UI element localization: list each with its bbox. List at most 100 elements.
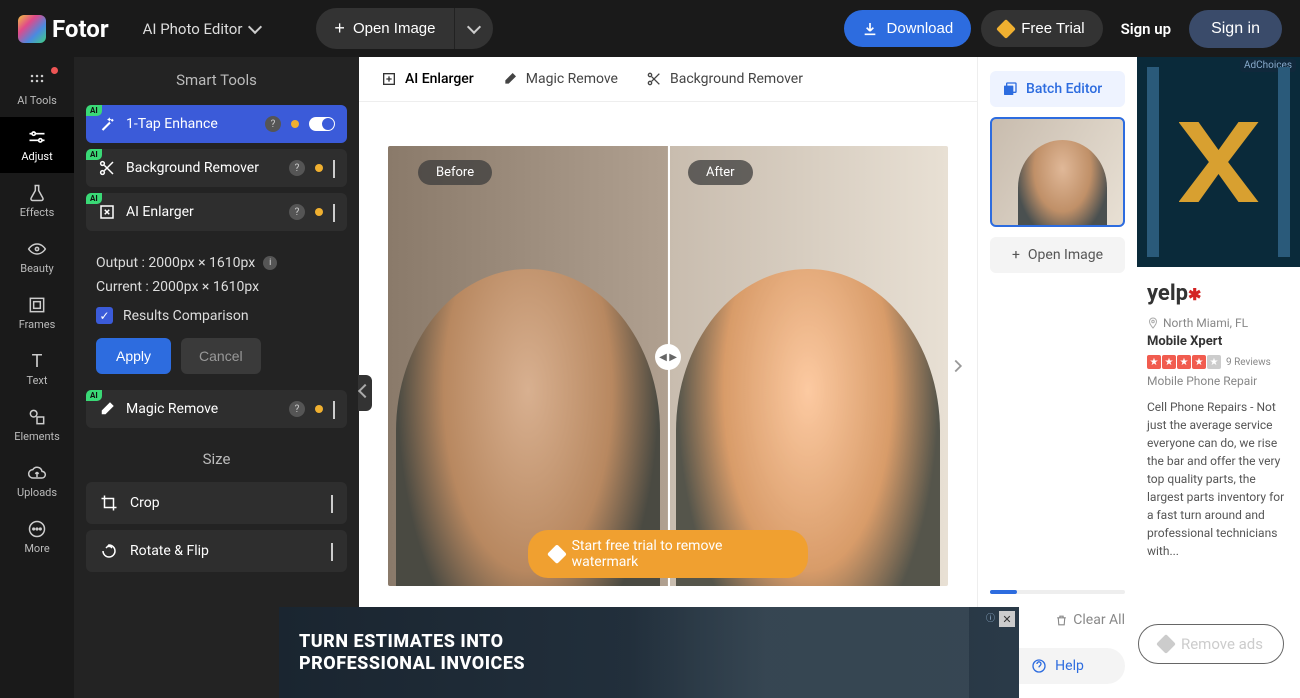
ad-info-icon[interactable]: ⓘ [986, 611, 995, 624]
flask-icon [27, 183, 47, 203]
help-label: Help [1055, 658, 1084, 674]
trash-icon [1055, 614, 1068, 627]
remove-watermark-cta[interactable]: Start free trial to remove watermark [528, 530, 808, 578]
open-image-more-button[interactable] [454, 8, 493, 49]
premium-dot-icon [315, 405, 323, 413]
batch-editor-button[interactable]: Batch Editor [990, 71, 1125, 107]
ad-image [629, 607, 969, 698]
chevron-down-icon [466, 19, 480, 33]
remove-ads-button[interactable]: Remove ads [1138, 624, 1284, 664]
rail-beauty[interactable]: Beauty [0, 229, 74, 285]
ad-banner-bottom[interactable]: TURN ESTIMATES INTO PROFESSIONAL INVOICE… [279, 607, 1019, 698]
eye-icon [27, 239, 47, 259]
star-icon: ★ [1177, 355, 1191, 369]
free-trial-button[interactable]: Free Trial [981, 10, 1102, 47]
editor-mode-dropdown[interactable]: AI Photo Editor [143, 20, 261, 38]
tab-background-remover[interactable]: Background Remover [646, 71, 803, 87]
clear-all-button[interactable]: Clear All [1055, 612, 1125, 628]
chevron-right-icon [331, 543, 333, 559]
business-name: Mobile Xpert [1147, 334, 1290, 349]
ai-badge-icon: AI [86, 390, 102, 401]
rail-label: Adjust [21, 150, 52, 163]
rail-label: More [24, 542, 49, 555]
before-badge: Before [418, 160, 492, 185]
open-image-button[interactable]: + Open Image [316, 8, 453, 49]
cloud-upload-icon [27, 463, 47, 483]
tool-background-remover[interactable]: AI Background Remover ? [86, 149, 347, 187]
chevron-down-icon [248, 19, 262, 33]
rail-effects[interactable]: Effects [0, 173, 74, 229]
open-image-side-button[interactable]: + Open Image [990, 237, 1125, 273]
rail-uploads[interactable]: Uploads [0, 453, 74, 509]
chevron-right-icon [333, 160, 335, 176]
help-icon[interactable]: ? [289, 160, 305, 176]
eraser-icon [98, 400, 116, 418]
next-image-arrow[interactable] [947, 355, 969, 377]
thumbnail-content [1018, 140, 1107, 227]
results-comparison-checkbox[interactable]: ✓ Results Comparison [96, 307, 337, 324]
image-thumbnail[interactable] [990, 117, 1125, 227]
comparison-image[interactable]: Before After ◀ ▶ Start free trial to rem… [388, 146, 948, 586]
panel-section-title: Size [74, 434, 359, 476]
ad-close-button[interactable]: ✕ [999, 611, 1015, 627]
info-icon[interactable]: i [263, 256, 277, 270]
brand-logo[interactable]: Fotor [18, 15, 109, 43]
enhance-toggle[interactable] [309, 117, 335, 131]
ad-sidebar: AdChoices yelp✱ North Miami, FL Mobile X… [1137, 57, 1300, 698]
tab-ai-enlarger[interactable]: AI Enlarger [381, 71, 474, 87]
rail-adjust[interactable]: Adjust [0, 117, 74, 173]
comparison-slider-handle[interactable]: ◀ ▶ [655, 344, 681, 370]
editor-mode-label: AI Photo Editor [143, 20, 243, 38]
tool-label: Crop [130, 495, 319, 511]
rail-elements[interactable]: Elements [0, 397, 74, 453]
tab-label: AI Enlarger [405, 71, 474, 87]
current-dimensions: Current : 2000px × 1610px [96, 279, 259, 295]
star-icon: ★ [1147, 355, 1161, 369]
text-icon: T [27, 351, 47, 371]
chevron-right-icon [333, 401, 335, 417]
tool-rail: AI Tools Adjust Effects Beauty Frames T … [0, 57, 74, 698]
rail-ai-tools[interactable]: AI Tools [0, 61, 74, 117]
ad-headline: TURN ESTIMATES INTO PROFESSIONAL INVOICE… [299, 631, 525, 674]
business-location: North Miami, FL [1147, 316, 1290, 330]
tool-label: 1-Tap Enhance [126, 116, 255, 132]
fotor-icon [18, 15, 46, 43]
premium-dot-icon [315, 208, 323, 216]
sign-in-button[interactable]: Sign in [1189, 10, 1282, 48]
tab-magic-remove[interactable]: Magic Remove [502, 71, 618, 87]
help-icon[interactable]: ? [265, 116, 281, 132]
tool-ai-enlarger[interactable]: AI AI Enlarger ? [86, 193, 347, 231]
sliders-icon [27, 127, 47, 147]
open-image-label: Open Image [353, 20, 436, 37]
tool-magic-remove[interactable]: AI Magic Remove ? [86, 390, 347, 428]
rail-frames[interactable]: Frames [0, 285, 74, 341]
rail-text[interactable]: T Text [0, 341, 74, 397]
tool-rotate-flip[interactable]: Rotate & Flip [86, 530, 347, 572]
diamond-icon [1156, 634, 1176, 654]
canvas-area: AI Enlarger Magic Remove Background Remo… [359, 57, 977, 698]
rail-more[interactable]: More [0, 509, 74, 565]
header: Fotor AI Photo Editor + Open Image Downl… [0, 0, 1300, 57]
cancel-button[interactable]: Cancel [181, 338, 261, 374]
thumbnail-scrollbar[interactable] [990, 590, 1125, 594]
download-label: Download [886, 20, 953, 37]
tool-crop[interactable]: Crop [86, 482, 347, 524]
premium-dot-icon [315, 164, 323, 172]
download-button[interactable]: Download [844, 10, 971, 47]
free-trial-label: Free Trial [1021, 20, 1084, 37]
diamond-icon [547, 544, 567, 564]
tab-label: Background Remover [670, 71, 803, 87]
sign-up-link[interactable]: Sign up [1113, 20, 1180, 38]
ad-yelp-card[interactable]: yelp✱ North Miami, FL Mobile Xpert ★ ★ ★… [1137, 267, 1300, 568]
help-icon[interactable]: ? [289, 204, 305, 220]
rail-label: Effects [20, 206, 55, 219]
rotate-icon [100, 542, 118, 560]
rail-label: Text [27, 374, 48, 387]
apply-button[interactable]: Apply [96, 338, 171, 374]
ad-banner-top[interactable]: AdChoices [1137, 57, 1300, 267]
chevron-down-icon [333, 204, 335, 220]
help-icon[interactable]: ? [289, 401, 305, 417]
collapse-panel-handle[interactable] [358, 375, 372, 411]
star-icon: ★ [1162, 355, 1176, 369]
tool-one-tap-enhance[interactable]: AI 1-Tap Enhance ? [86, 105, 347, 143]
